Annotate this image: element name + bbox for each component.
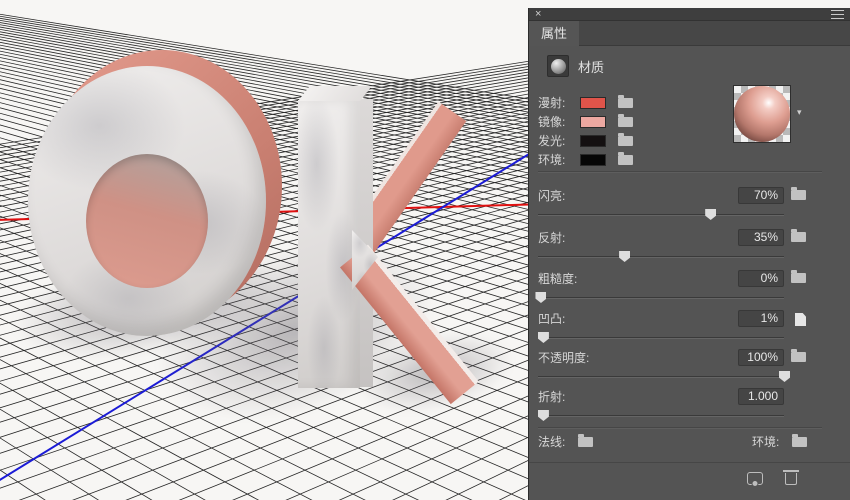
slider-shine: 闪亮: 70% xyxy=(538,187,806,221)
ambient-texture-folder-icon[interactable] xyxy=(618,151,633,165)
photoshop-3d-workspace: × 属性 材质 漫射: 镜像: 发光: 环境: ▾ 闪亮: 70% 反射: 35… xyxy=(0,0,850,500)
slider-roughness: 粗糙度: 0% xyxy=(535,270,806,304)
tab-properties[interactable]: 属性 xyxy=(529,21,579,46)
panel-menu-icon[interactable] xyxy=(831,9,844,19)
section-divider xyxy=(538,427,822,428)
normal-map-folder-icon[interactable] xyxy=(578,434,593,447)
letter-o-3d xyxy=(28,50,288,342)
render-icon[interactable] xyxy=(747,472,763,485)
material-preview-thumbnail[interactable] xyxy=(733,85,791,143)
bump-value-field[interactable]: 1% xyxy=(738,310,784,327)
properties-panel: × 属性 材质 漫射: 镜像: 发光: 环境: ▾ 闪亮: 70% 反射: 35… xyxy=(528,8,850,500)
specular-texture-folder-icon[interactable] xyxy=(618,113,633,127)
diffuse-color-swatch[interactable] xyxy=(580,96,606,109)
roughness-slider-thumb[interactable] xyxy=(535,292,547,303)
roughness-texture-folder-icon[interactable] xyxy=(791,270,806,283)
material-ball-icon xyxy=(547,55,569,77)
slider-opacity: 不透明度: 100% xyxy=(538,349,806,383)
grid-line xyxy=(0,0,20,500)
panel-bottom-bar xyxy=(529,462,850,500)
opacity-slider-thumb[interactable] xyxy=(779,371,790,382)
maps-row: 法线: 环境: xyxy=(538,434,822,451)
material-preset-chevron-icon[interactable]: ▾ xyxy=(797,107,802,118)
roughness-label: 粗糙度: xyxy=(538,272,578,286)
letter-k-bar-top-face xyxy=(298,86,372,101)
refraction-value-field[interactable]: 1.000 xyxy=(738,388,784,405)
section-divider xyxy=(538,171,822,172)
letter-o-inner-hole xyxy=(86,154,208,288)
reflection-value-field[interactable]: 35% xyxy=(738,229,784,246)
illumination-color-swatch[interactable] xyxy=(580,134,606,147)
refraction-label: 折射: xyxy=(538,390,566,404)
channel-row-ambient: 环境: xyxy=(538,151,633,168)
material-preview-sphere xyxy=(734,86,790,142)
opacity-label: 不透明度: xyxy=(538,351,590,365)
shine-slider-track[interactable] xyxy=(538,208,784,221)
illumination-texture-folder-icon[interactable] xyxy=(618,132,633,146)
bump-slider-track[interactable] xyxy=(537,331,784,344)
material-section-label: 材质 xyxy=(578,59,605,75)
opacity-value-field[interactable]: 100% xyxy=(738,349,784,366)
slider-bump: 凹凸: 1% xyxy=(537,310,806,344)
reflection-slider-thumb[interactable] xyxy=(619,251,631,262)
refraction-slider-track[interactable] xyxy=(537,409,784,422)
specular-color-swatch[interactable] xyxy=(580,115,606,128)
shine-label: 闪亮: xyxy=(538,189,566,203)
roughness-value-field[interactable]: 0% xyxy=(738,270,784,287)
illumination-label: 发光: xyxy=(538,134,566,148)
letter-k-3d xyxy=(290,80,500,405)
panel-content: 材质 漫射: 镜像: 发光: 环境: ▾ 闪亮: 70% 反射: 35% 粗糙度… xyxy=(529,47,850,500)
ambient-label: 环境: xyxy=(538,153,566,167)
channel-row-illumination: 发光: xyxy=(538,132,633,149)
diffuse-texture-folder-icon[interactable] xyxy=(618,94,633,108)
bump-texture-file-icon[interactable] xyxy=(795,313,806,326)
environment-map-folder-icon[interactable] xyxy=(792,434,807,447)
panel-tab-bar: 属性 xyxy=(529,21,850,46)
material-section-header: 材质 xyxy=(538,55,604,77)
environment-map-label: 环境: xyxy=(752,435,780,449)
panel-titlebar: × xyxy=(529,8,850,21)
normal-map-label: 法线: xyxy=(538,435,566,449)
slider-refraction: 折射: 1.000 xyxy=(537,388,806,422)
shine-slider-thumb[interactable] xyxy=(705,209,717,220)
refraction-slider-thumb[interactable] xyxy=(537,410,549,421)
reflection-texture-folder-icon[interactable] xyxy=(791,229,806,242)
letter-k-vertical-bar xyxy=(298,100,360,388)
bump-label: 凹凸: xyxy=(538,312,566,326)
ambient-color-swatch[interactable] xyxy=(580,153,606,166)
channel-row-specular: 镜像: xyxy=(538,113,633,130)
reflection-slider-track[interactable] xyxy=(538,250,784,263)
diffuse-label: 漫射: xyxy=(538,96,566,110)
reflection-label: 反射: xyxy=(538,231,566,245)
panel-close-button[interactable]: × xyxy=(535,8,541,20)
delete-trash-icon[interactable] xyxy=(783,470,799,485)
opacity-texture-folder-icon[interactable] xyxy=(791,349,806,362)
shine-texture-folder-icon[interactable] xyxy=(791,187,806,200)
channel-row-diffuse: 漫射: xyxy=(538,94,633,111)
bump-slider-thumb[interactable] xyxy=(537,332,549,343)
specular-label: 镜像: xyxy=(538,115,566,129)
shine-value-field[interactable]: 70% xyxy=(738,187,784,204)
roughness-slider-track[interactable] xyxy=(535,291,784,304)
slider-reflection: 反射: 35% xyxy=(538,229,806,263)
opacity-slider-track[interactable] xyxy=(538,370,790,383)
